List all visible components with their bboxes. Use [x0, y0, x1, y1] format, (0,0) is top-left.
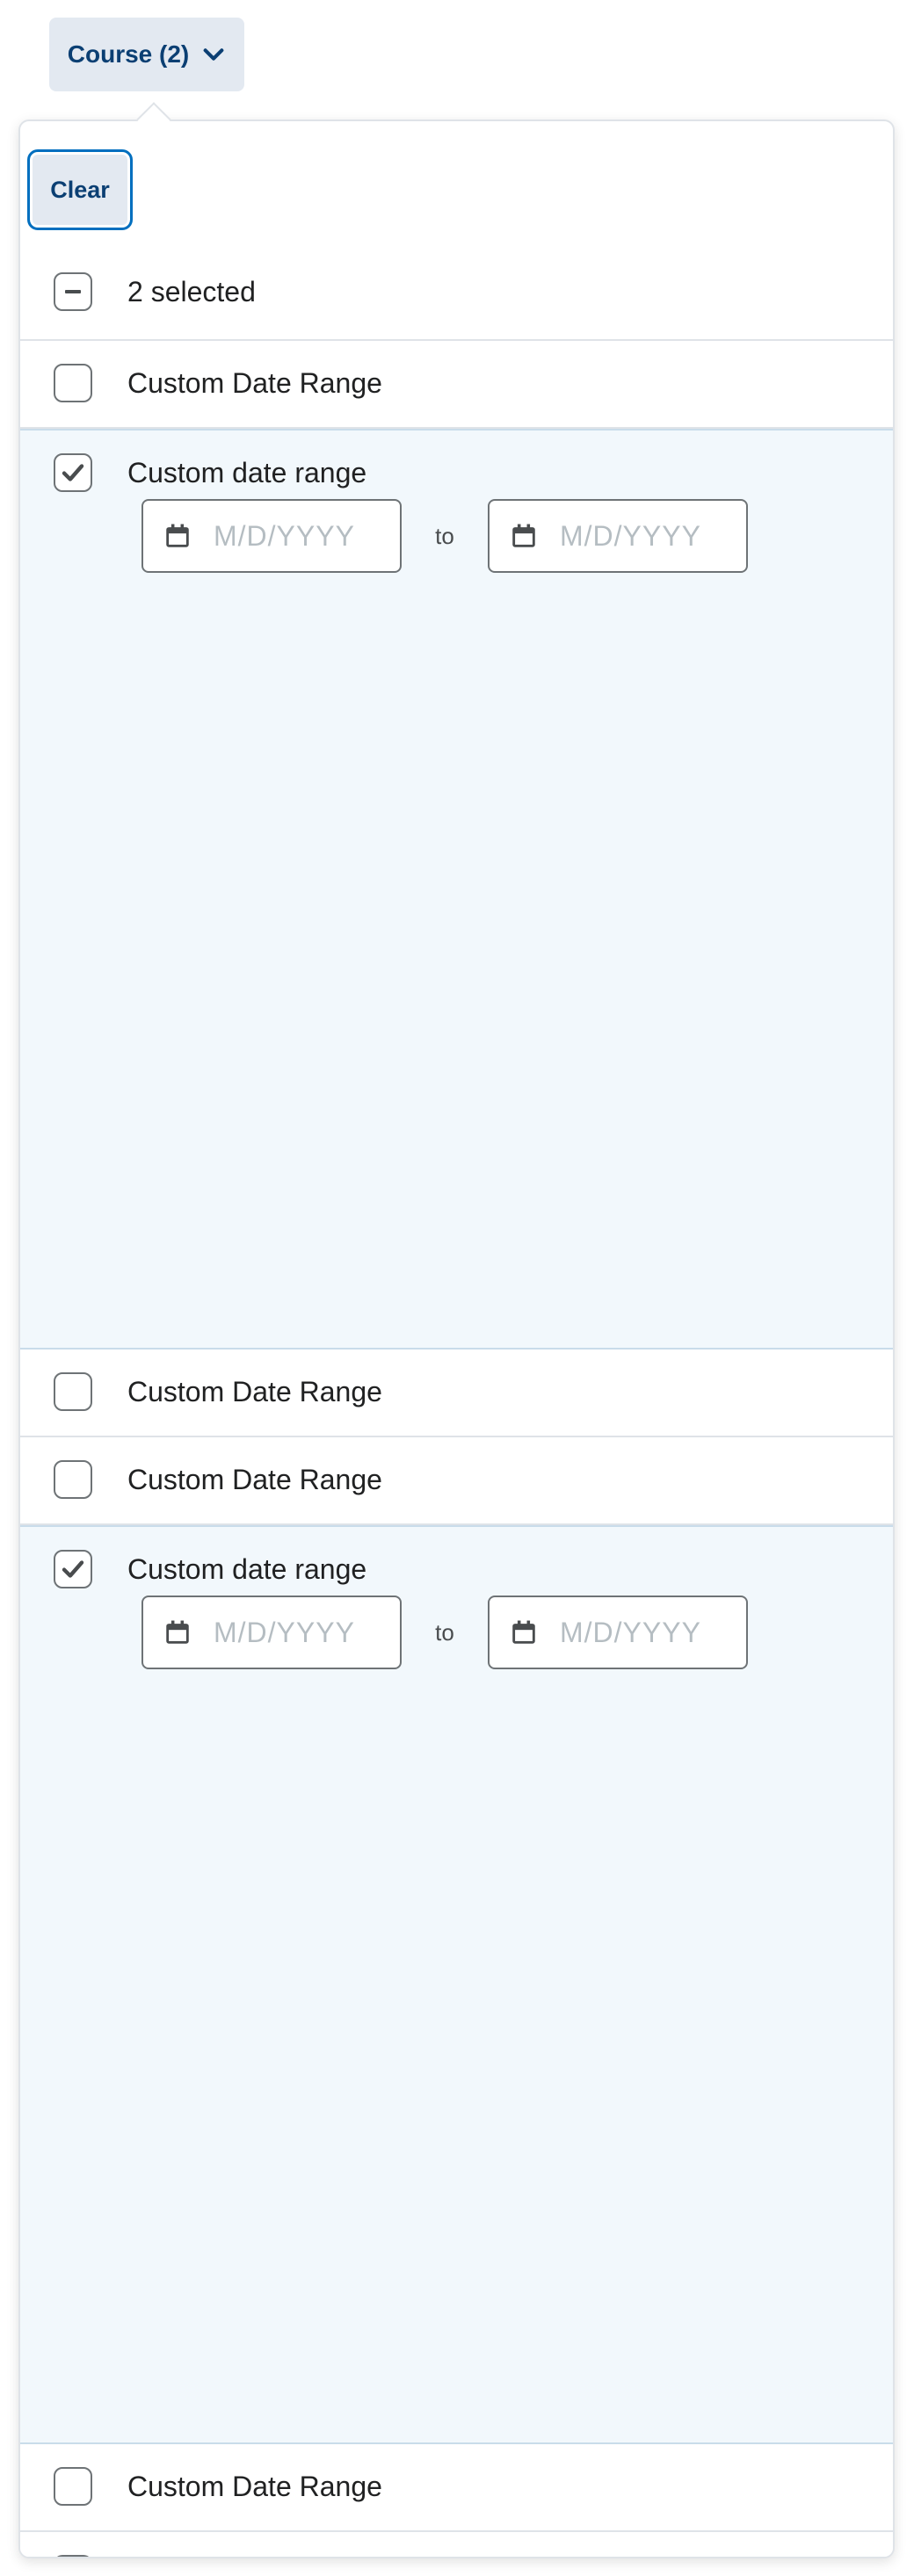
item-label: Custom Date Range	[127, 366, 382, 399]
item-checkbox-checked[interactable]	[54, 453, 92, 492]
range-separator: to	[435, 1618, 454, 1646]
course-filter-label: Course (2)	[67, 40, 190, 68]
list-item-partial[interactable]	[20, 2532, 893, 2557]
select-all-row[interactable]: 2 selected	[20, 244, 893, 341]
course-filter-dropdown: Clear 2 selected Custom Date Range Custo…	[18, 119, 895, 2558]
chevron-down-icon	[203, 48, 224, 61]
start-date-input[interactable]: M/D/YYYY	[141, 499, 402, 573]
item-label: Custom Date Range	[127, 1463, 382, 1495]
date-range: M/D/YYYY to M/D/YYYY	[141, 499, 748, 573]
calendar-icon	[512, 1620, 535, 1644]
item-checkbox[interactable]	[54, 1372, 92, 1411]
start-date-input[interactable]: M/D/YYYY	[141, 1596, 402, 1669]
end-date-input[interactable]: M/D/YYYY	[488, 499, 748, 573]
item-label: Custom date range	[127, 1552, 367, 1585]
item-checkbox-checked[interactable]	[54, 1550, 92, 1588]
minus-icon	[65, 290, 81, 293]
item-label: Custom date range	[127, 456, 367, 488]
end-date-placeholder: M/D/YYYY	[560, 1616, 701, 1648]
select-all-label: 2 selected	[127, 275, 256, 308]
select-all-checkbox[interactable]	[54, 272, 92, 311]
start-date-placeholder: M/D/YYYY	[214, 519, 355, 552]
list-item[interactable]: Custom Date Range	[20, 1437, 893, 1525]
list-item[interactable]: Custom Date Range	[20, 1350, 893, 1437]
calendar-icon	[166, 524, 189, 547]
item-label: Custom Date Range	[127, 2470, 382, 2502]
calendar-icon	[166, 1620, 189, 1644]
check-icon	[62, 1560, 84, 1578]
item-checkbox[interactable]	[54, 364, 92, 402]
end-date-placeholder: M/D/YYYY	[560, 519, 701, 552]
date-range: M/D/YYYY to M/D/YYYY	[141, 1596, 748, 1669]
list-item[interactable]: Custom Date Range	[20, 2444, 893, 2532]
course-filter-opener[interactable]: Course (2)	[49, 18, 244, 91]
list-item-selected[interactable]: Custom date range M/D/YYYY to M/D/YYYY	[20, 1525, 893, 2444]
item-checkbox[interactable]	[54, 1460, 92, 1499]
end-date-input[interactable]: M/D/YYYY	[488, 1596, 748, 1669]
calendar-icon	[512, 524, 535, 547]
list-item-selected[interactable]: Custom date range M/D/YYYY to M/D/YYYY	[20, 429, 893, 1350]
range-separator: to	[435, 522, 454, 549]
check-icon	[62, 464, 84, 481]
item-label: Custom Date Range	[127, 1375, 382, 1407]
list-item[interactable]: Custom Date Range	[20, 341, 893, 429]
clear-button[interactable]: Clear	[27, 149, 133, 230]
item-checkbox[interactable]	[54, 2467, 92, 2506]
item-checkbox[interactable]	[54, 2555, 92, 2557]
start-date-placeholder: M/D/YYYY	[214, 1616, 355, 1648]
